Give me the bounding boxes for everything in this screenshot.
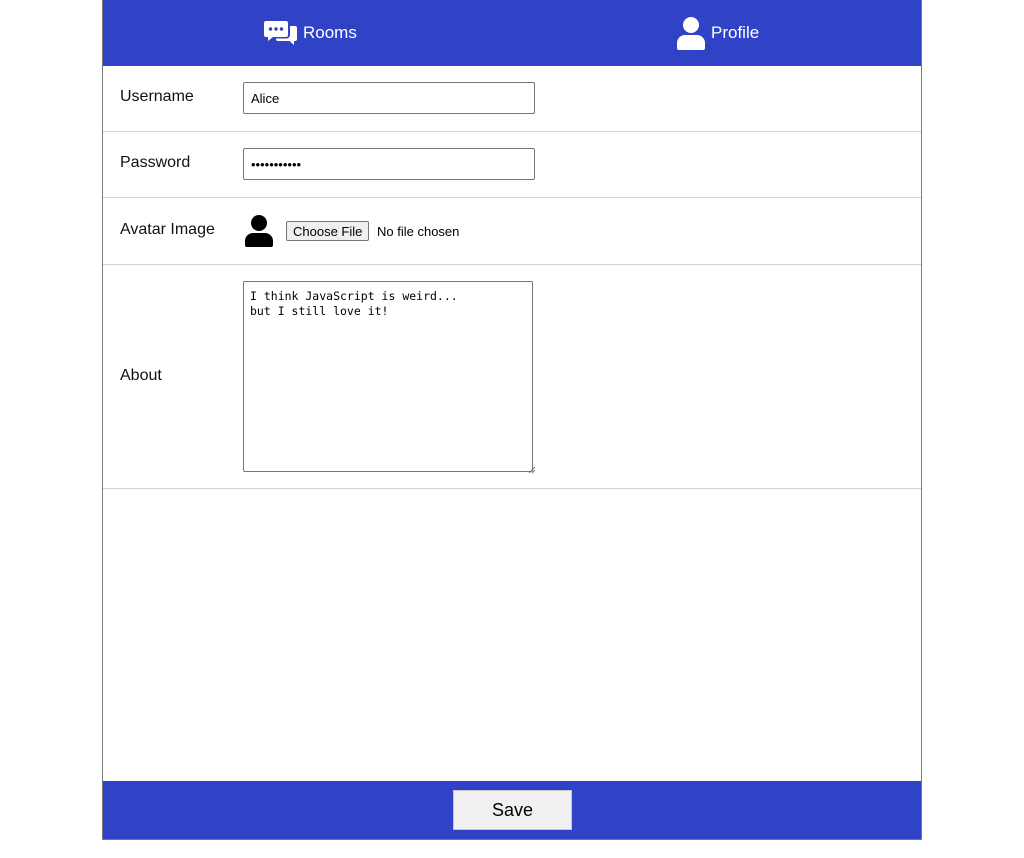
top-navigation: Rooms Profile [103,0,921,66]
username-input[interactable] [243,82,535,114]
profile-form: Username Password Avatar Image Choose Fi… [103,66,921,489]
user-icon [677,16,705,50]
save-button[interactable]: Save [453,790,572,830]
chat-bubbles-icon [264,20,297,47]
nav-rooms[interactable]: Rooms [264,0,357,66]
profile-page: Rooms Profile Username Password Avatar I… [102,0,922,840]
password-label: Password [120,154,191,171]
avatar-label: Avatar Image [120,221,215,238]
choose-file-button[interactable]: Choose File [286,221,370,241]
avatar-row: Avatar Image Choose File No file chosen [103,198,921,265]
username-row: Username [103,66,921,132]
footer-bar: Save [103,781,921,839]
nav-profile[interactable]: Profile [677,0,759,66]
resize-grip-icon[interactable] [528,461,536,479]
nav-rooms-label: Rooms [303,23,357,42]
about-textarea[interactable]: I think JavaScript is weird... but I sti… [243,281,533,472]
about-label: About [120,367,162,384]
nav-profile-label: Profile [711,23,760,42]
file-status-text: No file chosen [377,224,460,239]
about-row: About I think JavaScript is weird... but… [103,265,921,489]
password-input[interactable] [243,148,535,180]
username-label: Username [120,88,194,105]
password-row: Password [103,132,921,198]
user-silhouette-icon [244,215,274,252]
